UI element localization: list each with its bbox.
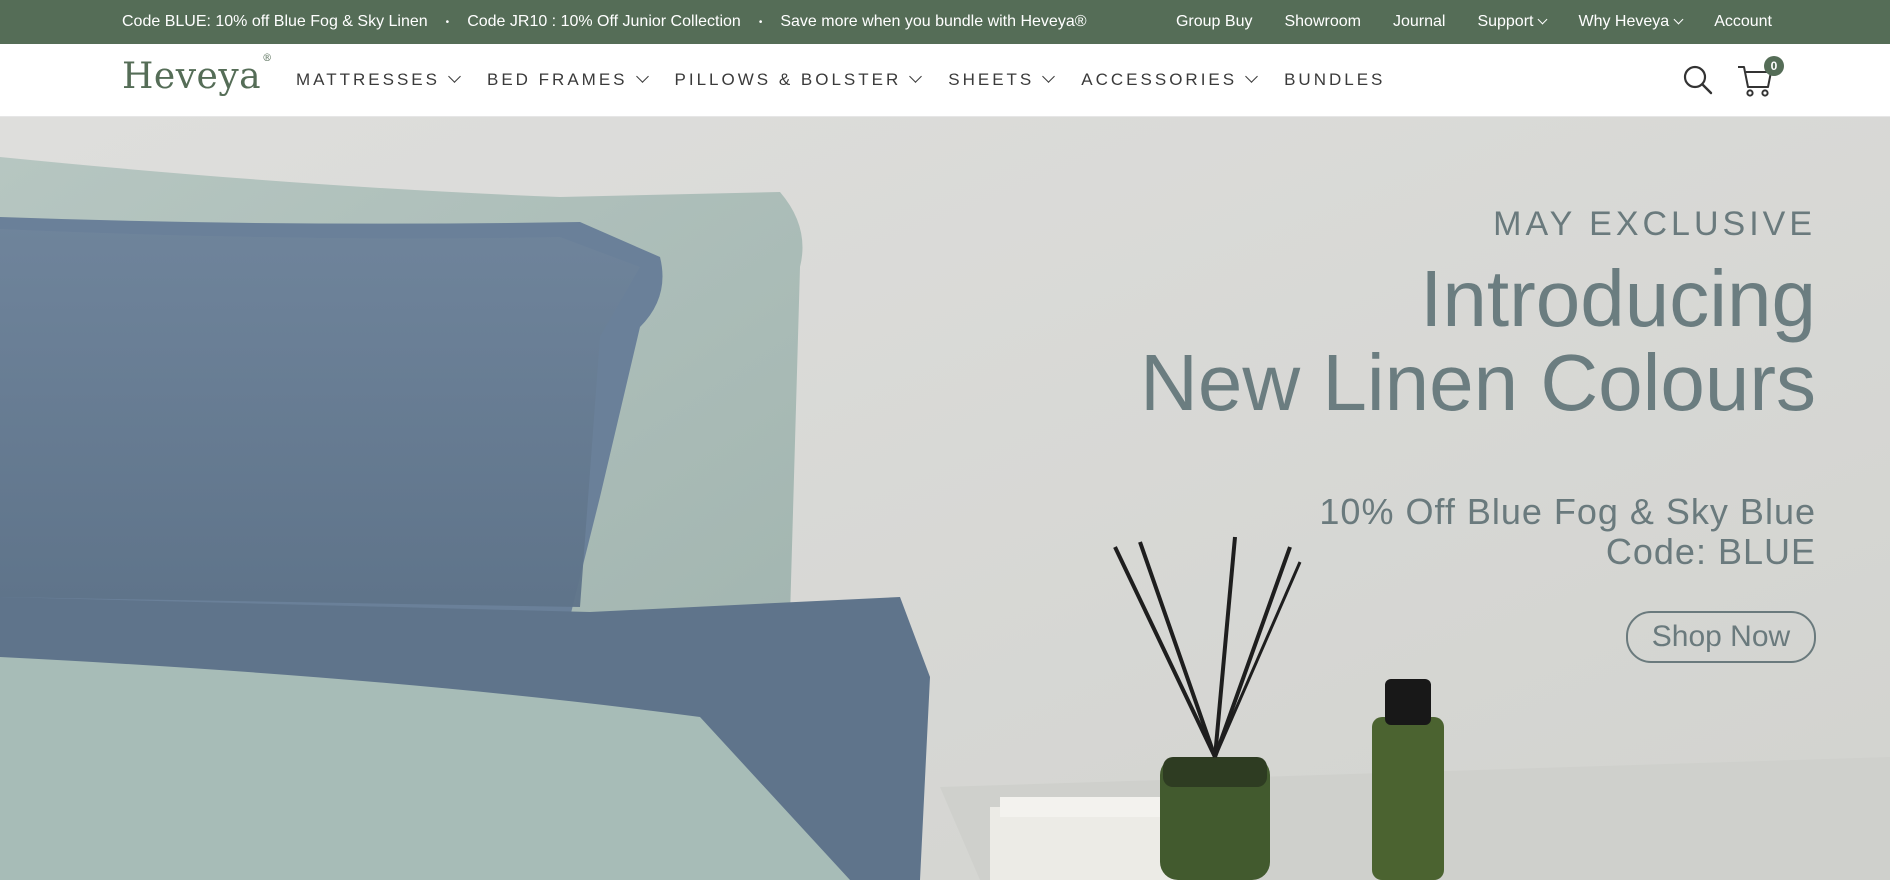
cart-count-badge: 0 xyxy=(1764,56,1784,76)
main-nav: Heveya® MATTRESSES BED FRAMES PILLOWS & … xyxy=(0,44,1890,117)
link-account[interactable]: Account xyxy=(1714,13,1772,31)
link-label: Showroom xyxy=(1284,13,1361,30)
chevron-down-icon xyxy=(1538,14,1548,24)
hero-headline-line1: Introducing xyxy=(1420,254,1816,343)
menu-label: BED FRAMES xyxy=(486,70,628,89)
menu-item-mattresses[interactable]: MATTRESSES xyxy=(296,69,461,90)
hero-offer-line1: 10% Off Blue Fog & Sky Blue xyxy=(1319,491,1816,532)
link-label: Why Heveya xyxy=(1578,13,1670,30)
menu-item-bundles[interactable]: BUNDLES xyxy=(1284,70,1385,90)
promo-separator: • xyxy=(445,16,450,28)
link-why-heveya[interactable]: Why Heveya xyxy=(1578,13,1684,31)
shop-now-button[interactable]: Shop Now xyxy=(1626,611,1816,663)
link-support[interactable]: Support xyxy=(1477,13,1548,31)
chevron-down-icon xyxy=(1042,69,1056,83)
promo-bar: Code BLUE: 10% off Blue Fog & Sky Linen … xyxy=(0,0,1890,44)
link-label: Group Buy xyxy=(1175,13,1253,30)
hero-offer-code: Code: BLUE xyxy=(1605,531,1816,572)
menu-label: PILLOWS & BOLSTER xyxy=(674,70,902,89)
promo-item: Code JR10 : 10% Off Junior Collection xyxy=(467,13,741,30)
menu-item-sheets[interactable]: SHEETS xyxy=(948,69,1056,90)
hero-offer: 10% Off Blue Fog & Sky Blue Code: BLUE xyxy=(1319,492,1816,572)
link-group-buy[interactable]: Group Buy xyxy=(1176,13,1252,31)
menu-item-pillows-bolster[interactable]: PILLOWS & BOLSTER xyxy=(674,69,923,90)
search-button[interactable] xyxy=(1682,64,1714,96)
hero-eyebrow: MAY EXCLUSIVE xyxy=(1493,205,1816,243)
chevron-down-icon xyxy=(635,69,649,83)
menu-label: BUNDLES xyxy=(1284,70,1386,89)
logo-registered-mark: ® xyxy=(262,53,273,64)
chevron-down-icon xyxy=(909,69,923,83)
logo-text: Heveya xyxy=(122,56,262,97)
link-journal[interactable]: Journal xyxy=(1393,13,1445,31)
cart-button[interactable]: 0 xyxy=(1736,56,1784,98)
hero-headline-line2: New Linen Colours xyxy=(1140,338,1816,427)
hero-headline: Introducing New Linen Colours xyxy=(1140,257,1816,425)
hero-banner: MAY EXCLUSIVE Introducing New Linen Colo… xyxy=(0,117,1890,880)
search-icon xyxy=(1683,65,1713,95)
menu-item-bed-frames[interactable]: BED FRAMES xyxy=(486,69,649,90)
promo-separator: • xyxy=(758,16,763,28)
promo-list: Code BLUE: 10% off Blue Fog & Sky Linen … xyxy=(122,0,1087,44)
menu-label: SHEETS xyxy=(948,70,1035,89)
chevron-down-icon xyxy=(1245,69,1258,83)
menu-item-accessories[interactable]: ACCESSORIES xyxy=(1081,69,1258,90)
promo-item: Save more when you bundle with Heveya® xyxy=(780,13,1087,30)
category-menu: MATTRESSES BED FRAMES PILLOWS & BOLSTER … xyxy=(296,44,1385,116)
link-label: Support xyxy=(1477,13,1534,30)
link-label: Account xyxy=(1714,13,1772,30)
chevron-down-icon xyxy=(1673,14,1684,24)
link-label: Journal xyxy=(1392,13,1446,30)
utility-links: Group Buy Showroom Journal Support Why H… xyxy=(1176,0,1772,44)
link-showroom[interactable]: Showroom xyxy=(1284,13,1360,31)
promo-item: Code BLUE: 10% off Blue Fog & Sky Linen xyxy=(122,13,428,30)
logo[interactable]: Heveya® xyxy=(122,53,273,97)
menu-label: ACCESSORIES xyxy=(1081,70,1238,89)
menu-label: MATTRESSES xyxy=(296,70,440,89)
chevron-down-icon xyxy=(448,69,461,83)
